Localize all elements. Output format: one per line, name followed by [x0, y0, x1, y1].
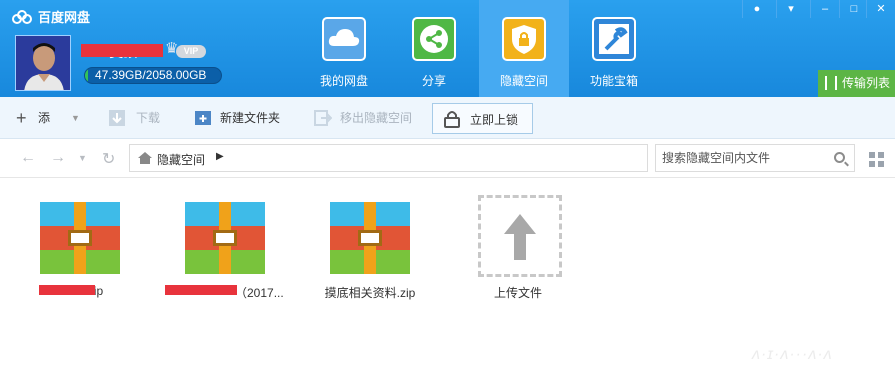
- move-out-icon: [314, 110, 332, 126]
- address-bar: ← → ▼ ↻ 隐藏空间 ▶: [0, 140, 895, 178]
- tab-toolbox[interactable]: 功能宝箱: [569, 0, 659, 97]
- file-item[interactable]: （2017...: [165, 198, 285, 308]
- share-icon: [412, 17, 456, 61]
- move-out-hidden-button[interactable]: 移出隐藏空间: [314, 97, 418, 139]
- home-icon[interactable]: [137, 151, 153, 165]
- menu-icon[interactable]: ▾: [776, 0, 805, 18]
- bell-icon[interactable]: ●: [742, 0, 771, 18]
- search-box: [655, 144, 855, 172]
- quota-fill: [85, 68, 89, 83]
- quota-text: 47.39GB/2058.00GB: [95, 68, 207, 82]
- transfer-arrows-icon: [825, 76, 837, 90]
- history-dropdown-icon[interactable]: ▼: [78, 153, 87, 163]
- lock-icon: [444, 111, 460, 128]
- new-folder-button[interactable]: 新建文件夹: [194, 97, 286, 139]
- storage-quota-bar: 47.39GB/2058.00GB: [84, 67, 222, 84]
- forward-arrow-icon[interactable]: →: [50, 149, 66, 167]
- grid-view-icon[interactable]: [869, 152, 884, 167]
- app-brand: 百度网盘: [12, 7, 90, 26]
- upload-arrow-icon: [504, 214, 536, 260]
- zip-archive-icon: [185, 202, 265, 274]
- download-button[interactable]: 下载: [108, 97, 168, 139]
- upload-file-label: 上传文件: [493, 286, 542, 300]
- file-name: 摸底相关资料.zip: [324, 286, 416, 300]
- redaction-mark: [165, 285, 237, 295]
- wrench-icon: [592, 17, 636, 61]
- tab-share[interactable]: 分享: [389, 0, 479, 97]
- shield-lock-icon: [502, 17, 546, 61]
- tab-label: 分享: [421, 74, 446, 88]
- new-folder-icon: [195, 111, 211, 125]
- zip-archive-icon: [40, 202, 120, 274]
- redaction-mark: [81, 44, 163, 57]
- vip-badge[interactable]: VIP: [176, 45, 206, 58]
- transfer-list-button[interactable]: 传输列表: [818, 70, 895, 97]
- tab-hidden-space[interactable]: 隐藏空间: [479, 0, 569, 97]
- breadcrumb-item-hidden-space[interactable]: 隐藏空间: [157, 151, 205, 168]
- close-icon[interactable]: ✕: [866, 0, 895, 18]
- download-icon: [109, 110, 125, 126]
- tab-my-drive[interactable]: 我的网盘: [299, 0, 389, 97]
- maximize-icon[interactable]: □: [839, 0, 868, 18]
- breadcrumb-chevron-icon[interactable]: ▶: [216, 151, 224, 162]
- breadcrumb: 隐藏空间 ▶: [129, 144, 648, 172]
- refresh-icon[interactable]: ↻: [102, 149, 115, 169]
- redaction-mark: [39, 285, 95, 295]
- search-icon[interactable]: [834, 152, 845, 163]
- baidu-cloud-logo-icon: [12, 9, 32, 24]
- cloud-icon: [322, 17, 366, 61]
- minimize-icon[interactable]: –: [810, 0, 839, 18]
- back-arrow-icon[interactable]: ←: [20, 149, 36, 167]
- zip-archive-icon: [330, 202, 410, 274]
- file-item[interactable]: 摸底相关资料.zip: [310, 198, 430, 308]
- app-title: 百度网盘: [38, 10, 91, 25]
- tab-label: 隐藏空间: [499, 74, 548, 88]
- tab-label: 功能宝箱: [589, 74, 638, 88]
- plus-icon: +: [16, 108, 27, 128]
- watermark: ʌ·ɪ·ʌ···ʌ·ʌ: [752, 346, 833, 363]
- tab-label: 我的网盘: [319, 74, 368, 88]
- chevron-down-icon: ▼: [71, 113, 80, 123]
- avatar[interactable]: [15, 35, 71, 91]
- file-item[interactable]: P.zip: [20, 198, 140, 308]
- header-bar: 百度网盘 D.X.莫顶6 ♛ VIP 47.39GB/2058.00GB 我的网…: [0, 0, 895, 97]
- avatar-image: [16, 36, 70, 90]
- lock-now-button[interactable]: 立即上锁: [432, 103, 533, 134]
- upload-file-button[interactable]: [478, 195, 562, 277]
- search-input[interactable]: [662, 149, 822, 167]
